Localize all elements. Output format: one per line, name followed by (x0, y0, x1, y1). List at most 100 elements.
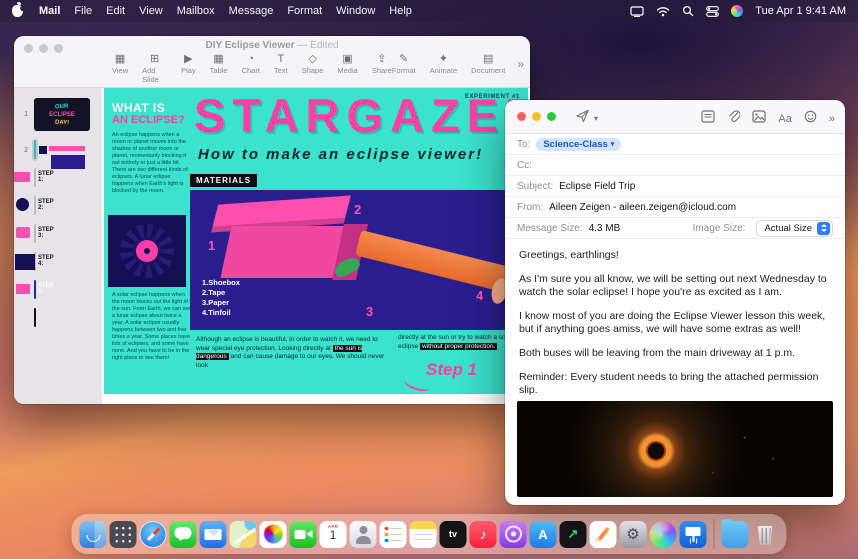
menu-message[interactable]: Message (229, 5, 274, 17)
zoom-button[interactable] (547, 112, 556, 121)
dock-icon-siri[interactable] (650, 521, 677, 548)
materials-list: 1.Shoebox 2.Tape 3.Paper 4.Tinfoil (202, 278, 240, 318)
dock-icon-notes[interactable] (410, 521, 437, 548)
materials-item: 3.Paper (202, 298, 240, 308)
slide-thumbnail-7[interactable]: 7 STEP 5: (14, 277, 102, 303)
shape-button[interactable]: ◇Shape (302, 53, 324, 84)
chart-button[interactable]: ◔Chart (242, 53, 260, 84)
play-button[interactable]: ▶Play (181, 53, 196, 84)
slide-paragraph-left2[interactable]: A solar eclipse happens when the moon bl… (112, 292, 192, 362)
shoebox-illustration[interactable]: 1 2 3 4 1.Shoebox 2.Tape 3.Paper 4.Tinfo… (190, 190, 524, 330)
slide-subtitle[interactable]: How to make an eclipse viewer! (198, 146, 483, 163)
recipient-token[interactable]: Science-Class▾ (536, 138, 621, 151)
slide-thumbnail-1[interactable]: 1 OUR ECLIPSE DAY! (14, 94, 102, 135)
slide-title[interactable]: STARGAZER (194, 88, 528, 143)
view-button[interactable]: ▦View (112, 53, 128, 84)
dock-icon-finder[interactable] (80, 521, 107, 548)
thumbnail-art: STEP 4: (34, 252, 36, 271)
dock-icon-tv[interactable]: tv (440, 521, 467, 548)
attach-icon[interactable] (727, 109, 740, 128)
emoji-icon[interactable] (804, 110, 817, 128)
menu-format[interactable]: Format (287, 5, 322, 17)
music-note-icon: ♪ (480, 526, 487, 542)
document-button[interactable]: ▤Document (471, 53, 505, 75)
subject-label: Subject: (517, 181, 553, 192)
slide-navigator: 1 OUR ECLIPSE DAY! 2 3 STEP (14, 88, 102, 404)
materials-label[interactable]: MATERIALS (190, 174, 257, 187)
dock-icon-podcasts[interactable] (500, 521, 527, 548)
wifi-icon[interactable] (656, 6, 670, 17)
message-body[interactable]: Greetings, earthlings! As I'm sure you a… (505, 239, 845, 400)
dock-icon-stocks[interactable]: ↗ (560, 521, 587, 548)
table-button[interactable]: ▦Table (210, 53, 228, 84)
dock-icon-launchpad[interactable] (110, 521, 137, 548)
siri-icon[interactable] (731, 5, 743, 17)
cc-field[interactable]: Cc: (505, 155, 845, 176)
share-button[interactable]: ⇪Share (372, 53, 392, 84)
dock-icon-safari[interactable] (140, 521, 167, 548)
slide-paragraph-right[interactable]: directly at the sun or try to watch a so… (398, 334, 520, 351)
menu-edit[interactable]: Edit (106, 5, 125, 17)
step-1-label[interactable]: Step 1 (426, 360, 477, 380)
dock-icon-pages[interactable] (590, 521, 617, 548)
thumbnail-art (34, 140, 36, 159)
from-field[interactable]: From: Aileen Zeigen - aileen.zeigen@iclo… (505, 197, 845, 218)
dock-icon-facetime[interactable] (290, 521, 317, 548)
dock-icon-mail[interactable] (200, 521, 227, 548)
send-options-chevron[interactable]: ▾ (594, 114, 598, 123)
text-button[interactable]: TText (274, 53, 288, 84)
dock-icon-contacts[interactable] (350, 521, 377, 548)
subject-field[interactable]: Subject: Eclipse Field Trip (505, 176, 845, 197)
menu-file[interactable]: File (74, 5, 92, 17)
media-button[interactable]: ▣Media (337, 53, 357, 84)
eclipse-photo-attachment[interactable] (517, 401, 833, 497)
image-size-popup[interactable]: Actual Size (756, 220, 833, 237)
menu-app-name[interactable]: Mail (39, 5, 60, 17)
menu-view[interactable]: View (139, 5, 163, 17)
toolbar-overflow-chevron[interactable]: » (517, 57, 524, 71)
search-icon[interactable] (682, 5, 694, 17)
dock-icon-photos[interactable] (260, 521, 287, 548)
control-center-icon[interactable] (706, 6, 719, 17)
dock-icon-messages[interactable] (170, 521, 197, 548)
dock-icon-reminders[interactable] (380, 521, 407, 548)
dock-icon-keynote[interactable] (680, 521, 707, 548)
format-button[interactable]: ✎Format (392, 53, 416, 75)
dock-icon-folder[interactable] (722, 521, 749, 548)
dock-icon-trash[interactable] (752, 521, 779, 548)
minimize-button[interactable] (532, 112, 541, 121)
dock-icon-music[interactable]: ♪ (470, 521, 497, 548)
add-slide-button[interactable]: ⊞Add Slide (142, 53, 167, 84)
format-text-button[interactable]: Aa (778, 113, 791, 125)
slide-thumbnail-4[interactable]: 4 STEP 2: (14, 193, 102, 219)
slide-heading-line2[interactable]: AN ECLIPSE? (112, 114, 185, 126)
slide-editor[interactable]: EXPERIMENT #1 WHAT IS AN ECLIPSE? An ecl… (104, 88, 528, 394)
menu-mailbox[interactable]: Mailbox (177, 5, 215, 17)
dock-icon-app-store[interactable]: A (530, 521, 557, 548)
menu-help[interactable]: Help (389, 5, 412, 17)
sun-illustration[interactable] (108, 215, 186, 287)
photo-browser-icon[interactable] (752, 110, 766, 128)
close-button[interactable] (517, 112, 526, 121)
toolbar-overflow-chevron[interactable]: » (829, 113, 835, 125)
menu-window[interactable]: Window (336, 5, 375, 17)
slide-paragraph-bottom[interactable]: Although an eclipse is beautiful, in ord… (196, 336, 390, 370)
header-fields-icon[interactable] (701, 110, 715, 128)
thumbnail-art: OUR ECLIPSE DAY! (34, 98, 90, 131)
animate-button[interactable]: ✦Animate (430, 53, 458, 75)
slide-thumbnail-5[interactable]: 5 STEP 3: (14, 221, 102, 247)
dock-icon-settings[interactable]: ⚙ (620, 521, 647, 548)
slide-thumbnail-2-selected[interactable]: 2 (14, 137, 102, 163)
to-field[interactable]: To: Science-Class▾ (505, 134, 845, 155)
dock-icon-calendar[interactable]: APR 1 (320, 521, 347, 548)
menu-clock[interactable]: Tue Apr 1 9:41 AM (755, 5, 846, 17)
screen-mirroring-icon[interactable] (630, 6, 644, 17)
slide-paragraph-left[interactable]: An eclipse happens when a moon or planet… (112, 132, 192, 195)
send-button[interactable] (575, 109, 590, 128)
thumbnail-art: STEP 5: (34, 280, 36, 299)
slide-thumbnail-8[interactable] (14, 305, 102, 331)
dock-icon-maps[interactable] (230, 521, 257, 548)
slide-thumbnail-6[interactable]: 6 STEP 4: (14, 249, 102, 275)
slide-heading-line1[interactable]: WHAT IS (112, 101, 165, 115)
apple-menu-icon[interactable] (12, 5, 23, 17)
